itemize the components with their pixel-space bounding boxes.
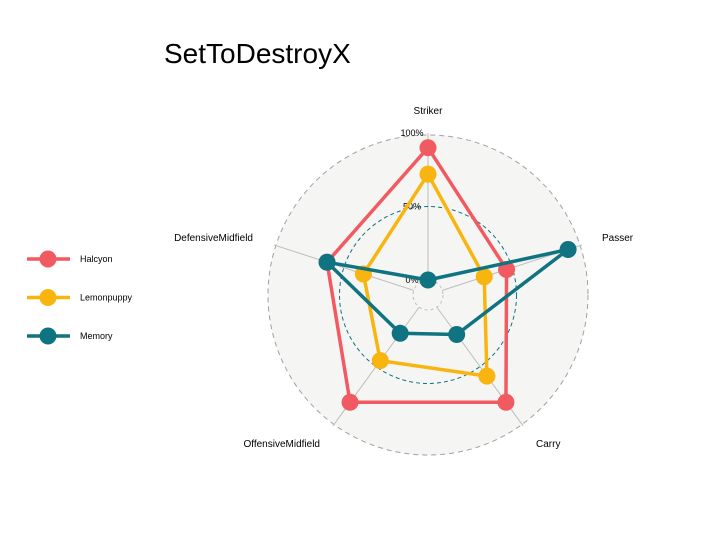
data-point: [559, 240, 577, 258]
axis-label: Carry: [536, 439, 560, 450]
data-point: [478, 367, 496, 385]
legend-marker: [39, 250, 57, 268]
axis-label: Striker: [414, 106, 444, 117]
data-point: [419, 139, 437, 157]
legend-marker: [39, 289, 57, 306]
data-point: [448, 325, 466, 343]
data-point: [391, 324, 409, 342]
axis-label: Passer: [602, 233, 634, 244]
data-point: [497, 393, 515, 411]
axis-label: DefensiveMidfield: [174, 233, 253, 244]
legend-marker: [39, 327, 57, 345]
radar-chart: SetToDestroyX 0%50%100% StrikerPasserCar…: [27, 38, 634, 456]
legend-label: Lemonpuppy: [80, 293, 133, 303]
legend: Halcyon Lemonpuppy Memory: [27, 250, 133, 345]
data-point: [419, 271, 437, 289]
legend-label: Memory: [80, 331, 113, 341]
data-point: [371, 352, 389, 370]
data-point: [318, 253, 336, 271]
data-point: [419, 165, 437, 183]
chart-title: SetToDestroyX: [164, 38, 351, 69]
data-point: [341, 393, 359, 411]
legend-label: Halcyon: [80, 254, 113, 264]
axis-label: OffensiveMidfield: [243, 439, 320, 450]
grid-label: 100%: [400, 128, 423, 138]
